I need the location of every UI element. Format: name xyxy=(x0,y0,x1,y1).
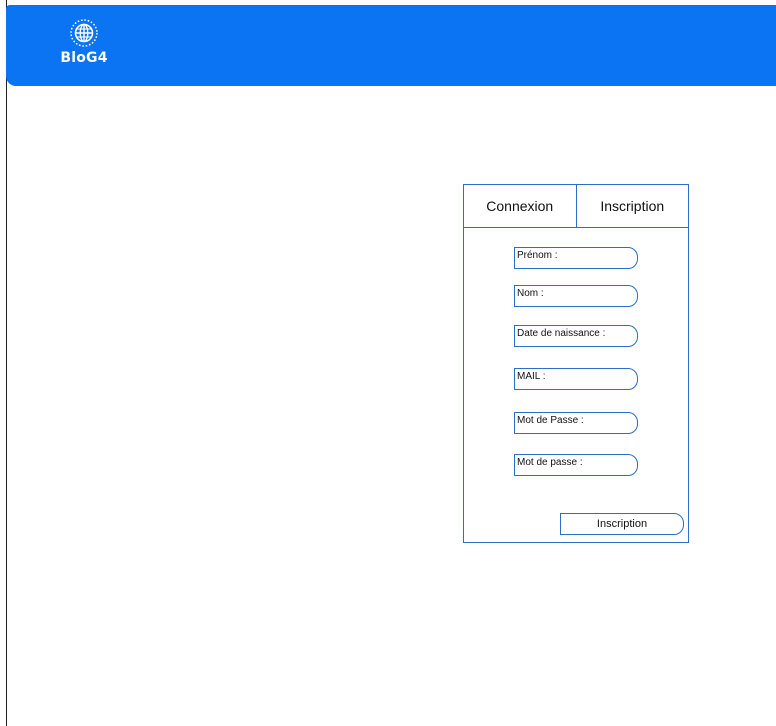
logo[interactable]: BloG4 xyxy=(56,18,112,66)
birth-date-field[interactable]: Date de naissance : xyxy=(514,325,638,347)
auth-tabs: Connexion Inscription xyxy=(464,185,688,228)
email-field[interactable]: MAIL : xyxy=(514,368,638,390)
page: BloG4 Connexion Inscription Prénom : Nom… xyxy=(0,0,776,726)
signup-submit-button[interactable]: Inscription xyxy=(560,513,684,535)
globe-icon xyxy=(69,18,99,48)
tab-connexion[interactable]: Connexion xyxy=(464,185,576,227)
confirm-password-field[interactable]: Mot de passe : xyxy=(514,454,638,476)
first-name-field[interactable]: Prénom : xyxy=(514,247,638,269)
header-bar: BloG4 xyxy=(6,5,776,86)
logo-text: BloG4 xyxy=(60,50,108,66)
last-name-field[interactable]: Nom : xyxy=(514,285,638,307)
auth-panel: Connexion Inscription Prénom : Nom : Dat… xyxy=(463,184,689,543)
left-border xyxy=(6,0,7,726)
tab-inscription[interactable]: Inscription xyxy=(575,185,689,227)
password-field[interactable]: Mot de Passe : xyxy=(514,412,638,434)
